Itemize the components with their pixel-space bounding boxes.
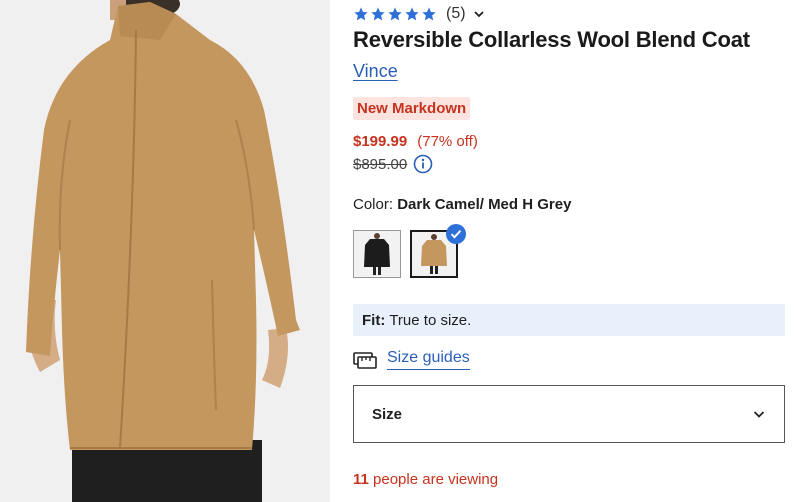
fit-value: True to size. bbox=[389, 311, 472, 329]
original-price-row: $895.00 bbox=[353, 154, 433, 174]
star-icon bbox=[354, 7, 368, 21]
chevron-down-icon bbox=[753, 411, 765, 418]
color-label: Color: bbox=[353, 196, 394, 213]
ruler-icon bbox=[353, 351, 377, 369]
star-icon bbox=[371, 7, 385, 21]
rating-row[interactable]: (5) bbox=[353, 3, 485, 25]
price-row: $199.99 (77% off) bbox=[353, 133, 478, 150]
star-icon bbox=[388, 7, 402, 21]
size-guides-label[interactable]: Size guides bbox=[387, 349, 470, 370]
product-image[interactable] bbox=[0, 0, 330, 502]
color-selected: Dark Camel/ Med H Grey bbox=[397, 196, 572, 213]
color-swatch-black[interactable] bbox=[353, 230, 401, 278]
fit-label: Fit: bbox=[362, 311, 386, 329]
viewing-count: 11 bbox=[353, 471, 369, 488]
size-guides-link[interactable]: Size guides bbox=[353, 349, 470, 370]
size-label: Size bbox=[372, 405, 403, 423]
viewing-label: people are viewing bbox=[368, 471, 499, 488]
brand-link[interactable]: Vince bbox=[353, 61, 398, 82]
chevron-down-icon[interactable] bbox=[473, 8, 485, 20]
discount-percent: (77% off) bbox=[417, 133, 478, 150]
product-title: Reversible Collarless Wool Blend Coat bbox=[353, 27, 750, 52]
star-rating bbox=[353, 6, 437, 22]
checkmark-icon bbox=[446, 224, 466, 244]
viewing-count-text: 11 people are viewing bbox=[353, 471, 498, 488]
color-label-row: Color: Dark Camel/ Med H Grey bbox=[353, 196, 571, 213]
size-select[interactable]: Size bbox=[353, 385, 785, 443]
markdown-badge: New Markdown bbox=[353, 97, 471, 120]
star-icon bbox=[405, 7, 419, 21]
sale-price: $199.99 bbox=[353, 133, 408, 150]
original-price: $895.00 bbox=[353, 155, 408, 173]
star-icon bbox=[422, 7, 436, 21]
info-icon[interactable] bbox=[413, 154, 433, 174]
fit-banner: Fit: True to size. bbox=[353, 304, 785, 336]
rating-count[interactable]: (5) bbox=[446, 5, 466, 23]
